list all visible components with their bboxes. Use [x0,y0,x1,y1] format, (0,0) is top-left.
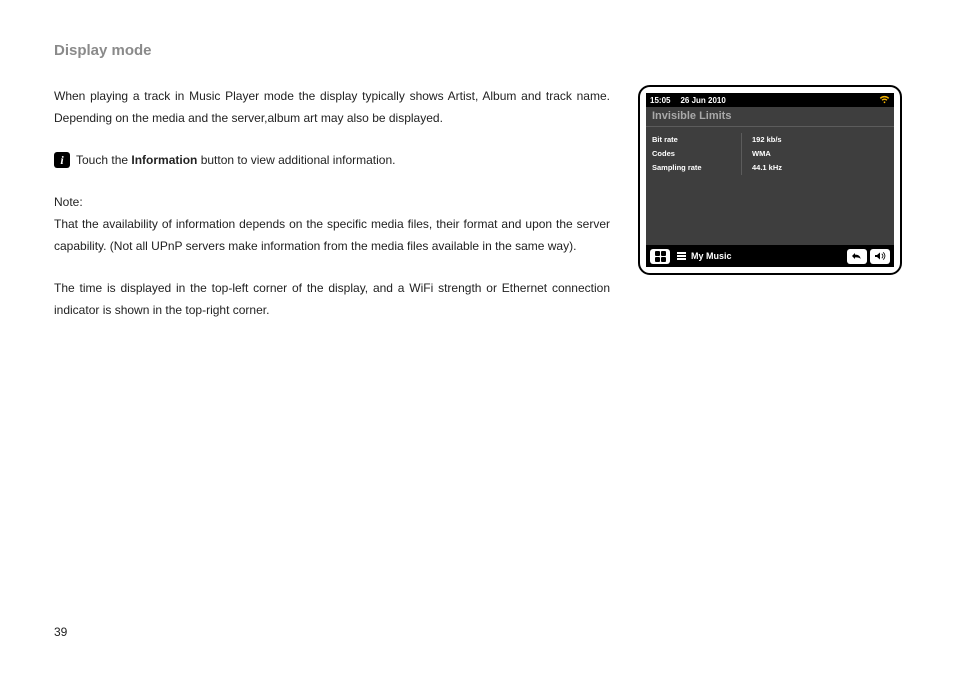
mode-label: My Music [691,251,732,261]
bottom-bar: My Music [646,245,894,267]
device-mock: 15:05 26 Jun 2010 Invisible Limits Bit r… [638,85,902,275]
row-label: Bit rate [652,133,742,147]
status-time: 15:05 [650,96,670,105]
info-suffix: button to view additional information. [197,153,395,167]
paragraph-1: When playing a track in Music Player mod… [54,85,610,129]
note-label: Note: [54,195,83,209]
row-value: WMA [742,147,771,161]
paragraph-3: That the availability of information dep… [54,217,610,253]
note-block: Note: That the availability of informati… [54,191,610,257]
device-column: 15:05 26 Jun 2010 Invisible Limits Bit r… [638,85,902,341]
info-prefix: Touch the [76,153,131,167]
info-instruction: i Touch the Information button to view a… [54,149,610,171]
wifi-icon [879,95,890,106]
section-title: Display mode [54,42,900,59]
mode-section[interactable]: My Music [673,251,844,261]
content-wrap: When playing a track in Music Player mod… [54,85,900,341]
track-title: Invisible Limits [646,107,894,127]
volume-button[interactable] [870,249,890,264]
row-label: Codes [652,147,742,161]
row-label: Sampling rate [652,161,742,175]
grid-icon [655,251,666,262]
table-row: Bit rate 192 kb/s [652,133,888,147]
table-row: Sampling rate 44.1 kHz [652,161,888,175]
menu-icon [677,252,686,260]
information-icon: i [54,152,70,168]
volume-icon [874,251,886,261]
row-value: 192 kb/s [742,133,782,147]
track-info-table: Bit rate 192 kb/s Codes WMA Sampling rat… [646,127,894,245]
status-date: 26 Jun 2010 [680,96,879,105]
page-number: 39 [54,625,67,639]
status-bar: 15:05 26 Jun 2010 [646,93,894,107]
back-icon [851,251,863,261]
text-column: When playing a track in Music Player mod… [54,85,610,341]
info-text: Touch the Information button to view add… [76,149,396,171]
info-bold: Information [131,153,197,167]
back-button[interactable] [847,249,867,264]
row-value: 44.1 kHz [742,161,782,175]
home-button[interactable] [650,249,670,264]
device-screen: 15:05 26 Jun 2010 Invisible Limits Bit r… [646,93,894,267]
paragraph-4: The time is displayed in the top-left co… [54,277,610,321]
table-row: Codes WMA [652,147,888,161]
